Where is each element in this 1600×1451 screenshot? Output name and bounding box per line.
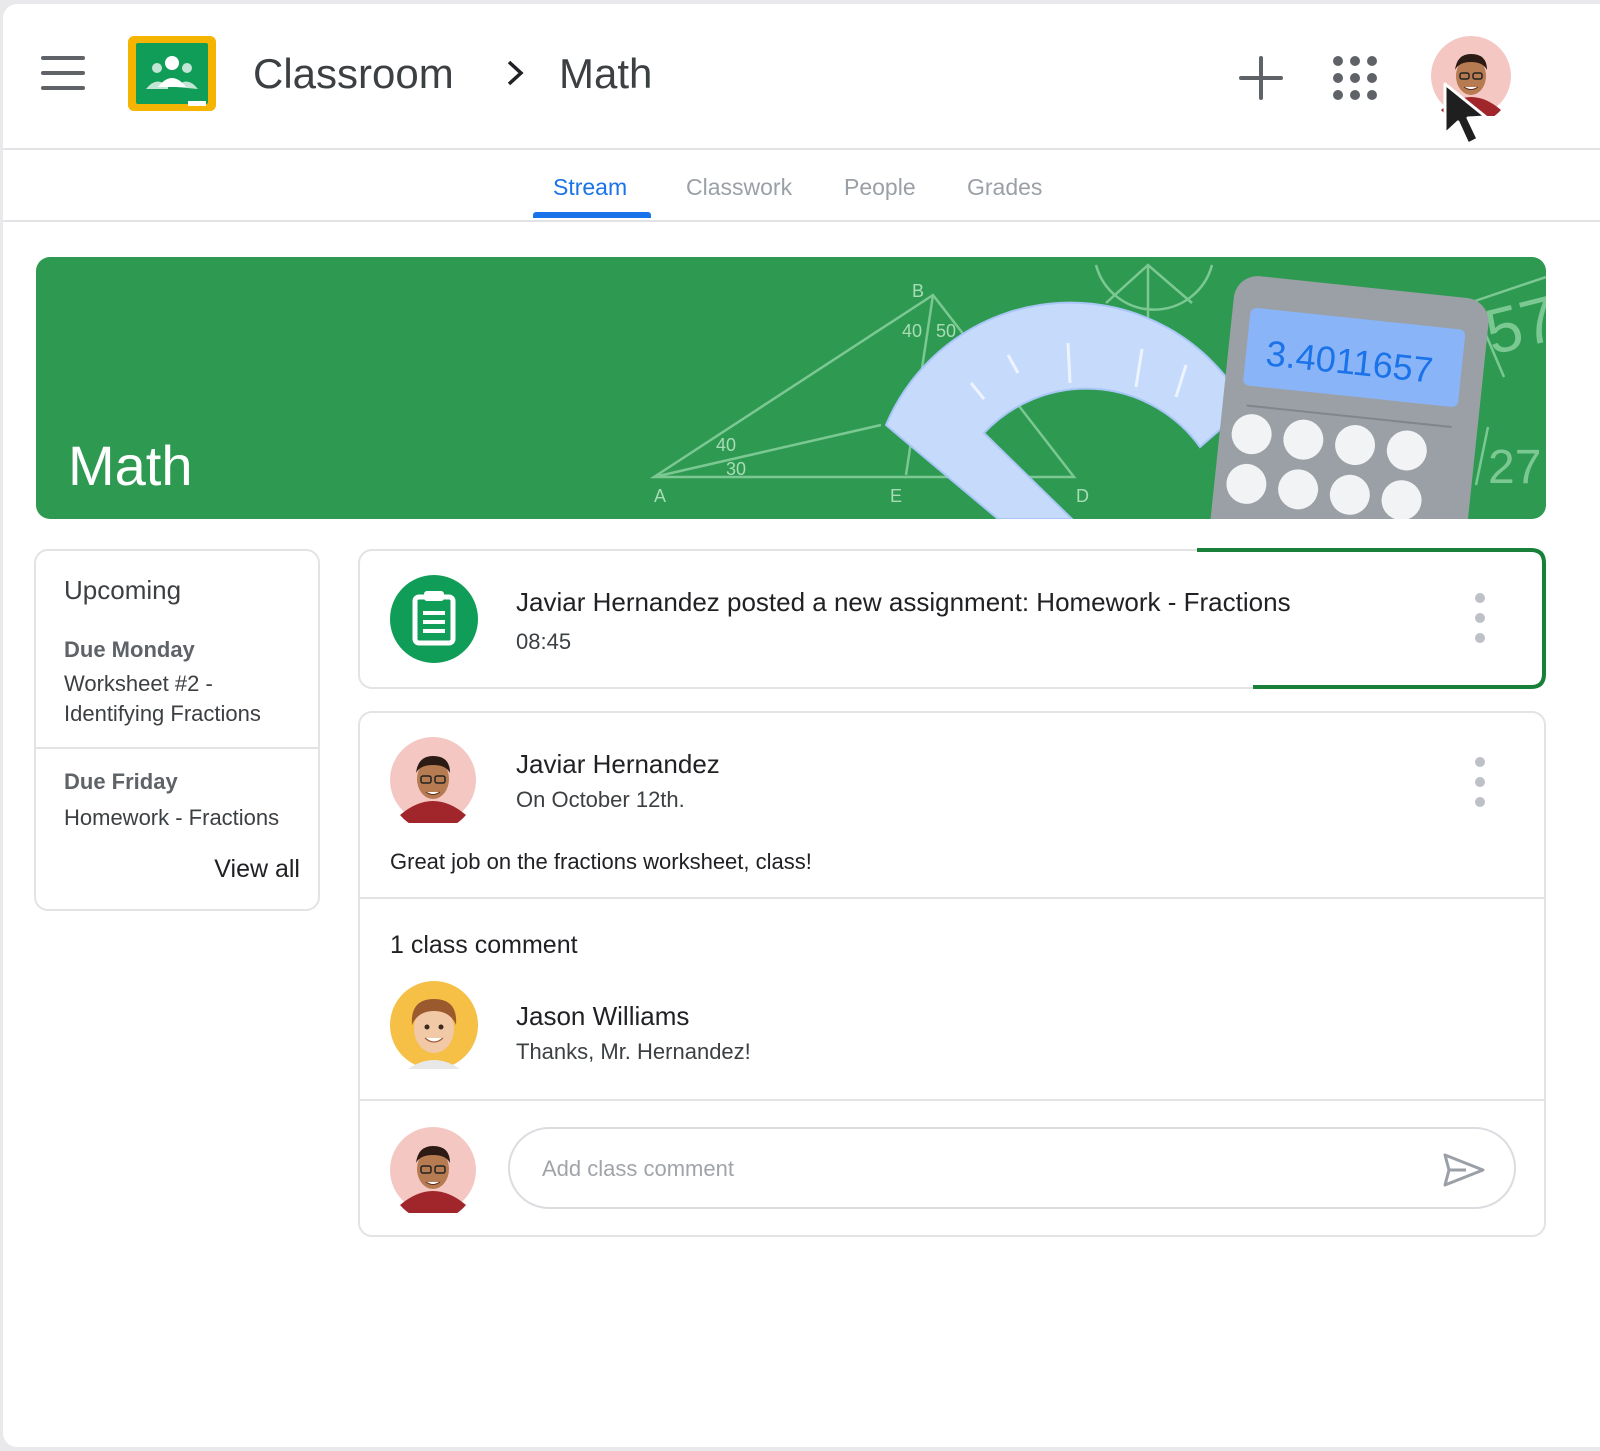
- class-banner: B 40 50 40 30 A E D 57 27 3.4011657 Math: [36, 257, 1546, 519]
- tab-classwork[interactable]: Classwork: [686, 174, 792, 201]
- post-author: Javiar Hernandez: [516, 749, 720, 779]
- assignment-post-card[interactable]: Javiar Hernandez posted a new assignment…: [358, 549, 1546, 689]
- comment-author: Jason Williams: [516, 1001, 690, 1031]
- course-title: Math: [559, 50, 653, 97]
- announcement-card: Javiar Hernandez On October 12th. Great …: [358, 711, 1546, 1237]
- menu-icon[interactable]: [41, 56, 85, 90]
- assignment-icon: [390, 575, 478, 663]
- label-b: B: [912, 281, 924, 301]
- apps-grid-icon[interactable]: [1333, 56, 1377, 100]
- tab-stream[interactable]: Stream: [553, 174, 627, 201]
- comment-text: Thanks, Mr. Hernandez!: [516, 1039, 751, 1064]
- assignment-post-text: Javiar Hernandez posted a new assignment…: [516, 587, 1291, 617]
- tab-grades[interactable]: Grades: [967, 174, 1042, 201]
- upcoming-title: Upcoming: [64, 575, 182, 605]
- app-title[interactable]: Classroom: [253, 50, 454, 98]
- assignment-post-time: 08:45: [516, 629, 572, 654]
- plus-icon[interactable]: [1239, 56, 1283, 100]
- upcoming-card: Upcoming Due Monday Worksheet #2 - Ident…: [34, 549, 320, 911]
- divider: [360, 1099, 1544, 1101]
- divider: [36, 747, 318, 749]
- course-tabs: Stream Classwork People Grades: [3, 152, 1600, 222]
- more-options-icon[interactable]: [1470, 593, 1490, 649]
- math-illustration: B 40 50 40 30 A E D 57 27 3.4011657: [649, 263, 1546, 519]
- upcoming-item[interactable]: Homework - Fractions: [64, 803, 304, 833]
- label-d: D: [1076, 486, 1089, 506]
- comments-count[interactable]: 1 class comment: [390, 931, 578, 960]
- post-date: On October 12th.: [516, 787, 685, 812]
- banner-title: Math: [68, 434, 193, 497]
- active-tab-indicator: [533, 212, 651, 218]
- post-body: Great job on the fractions worksheet, cl…: [390, 849, 812, 874]
- label-angle-30: 30: [726, 459, 746, 479]
- send-icon[interactable]: [1442, 1151, 1486, 1189]
- label-a: A: [654, 486, 666, 506]
- due-label: Due Friday: [64, 769, 178, 794]
- author-avatar: [390, 737, 476, 823]
- label-e: E: [890, 486, 902, 506]
- label-angle-50: 50: [936, 321, 956, 341]
- comment-box: [508, 1127, 1516, 1209]
- current-user-avatar: [390, 1127, 476, 1213]
- tab-people[interactable]: People: [844, 174, 916, 201]
- top-app-bar: Classroom Math: [3, 4, 1600, 150]
- label-angle-40-left: 40: [716, 435, 736, 455]
- upcoming-item[interactable]: Worksheet #2 - Identifying Fractions: [64, 669, 304, 729]
- classroom-window: Classroom Math Stream Classwork People G…: [3, 4, 1600, 1447]
- more-options-icon[interactable]: [1470, 757, 1490, 813]
- label-27: 27: [1488, 441, 1541, 494]
- comment-input[interactable]: [542, 1149, 1402, 1189]
- mouse-cursor-icon: [1443, 82, 1488, 146]
- due-label: Due Monday: [64, 637, 195, 662]
- classroom-logo-icon[interactable]: [128, 36, 216, 111]
- chevron-right-icon: [507, 60, 524, 86]
- commenter-avatar: [390, 981, 478, 1069]
- divider: [360, 897, 1544, 899]
- view-all-link[interactable]: View all: [214, 855, 300, 884]
- label-angle-40-top: 40: [902, 321, 922, 341]
